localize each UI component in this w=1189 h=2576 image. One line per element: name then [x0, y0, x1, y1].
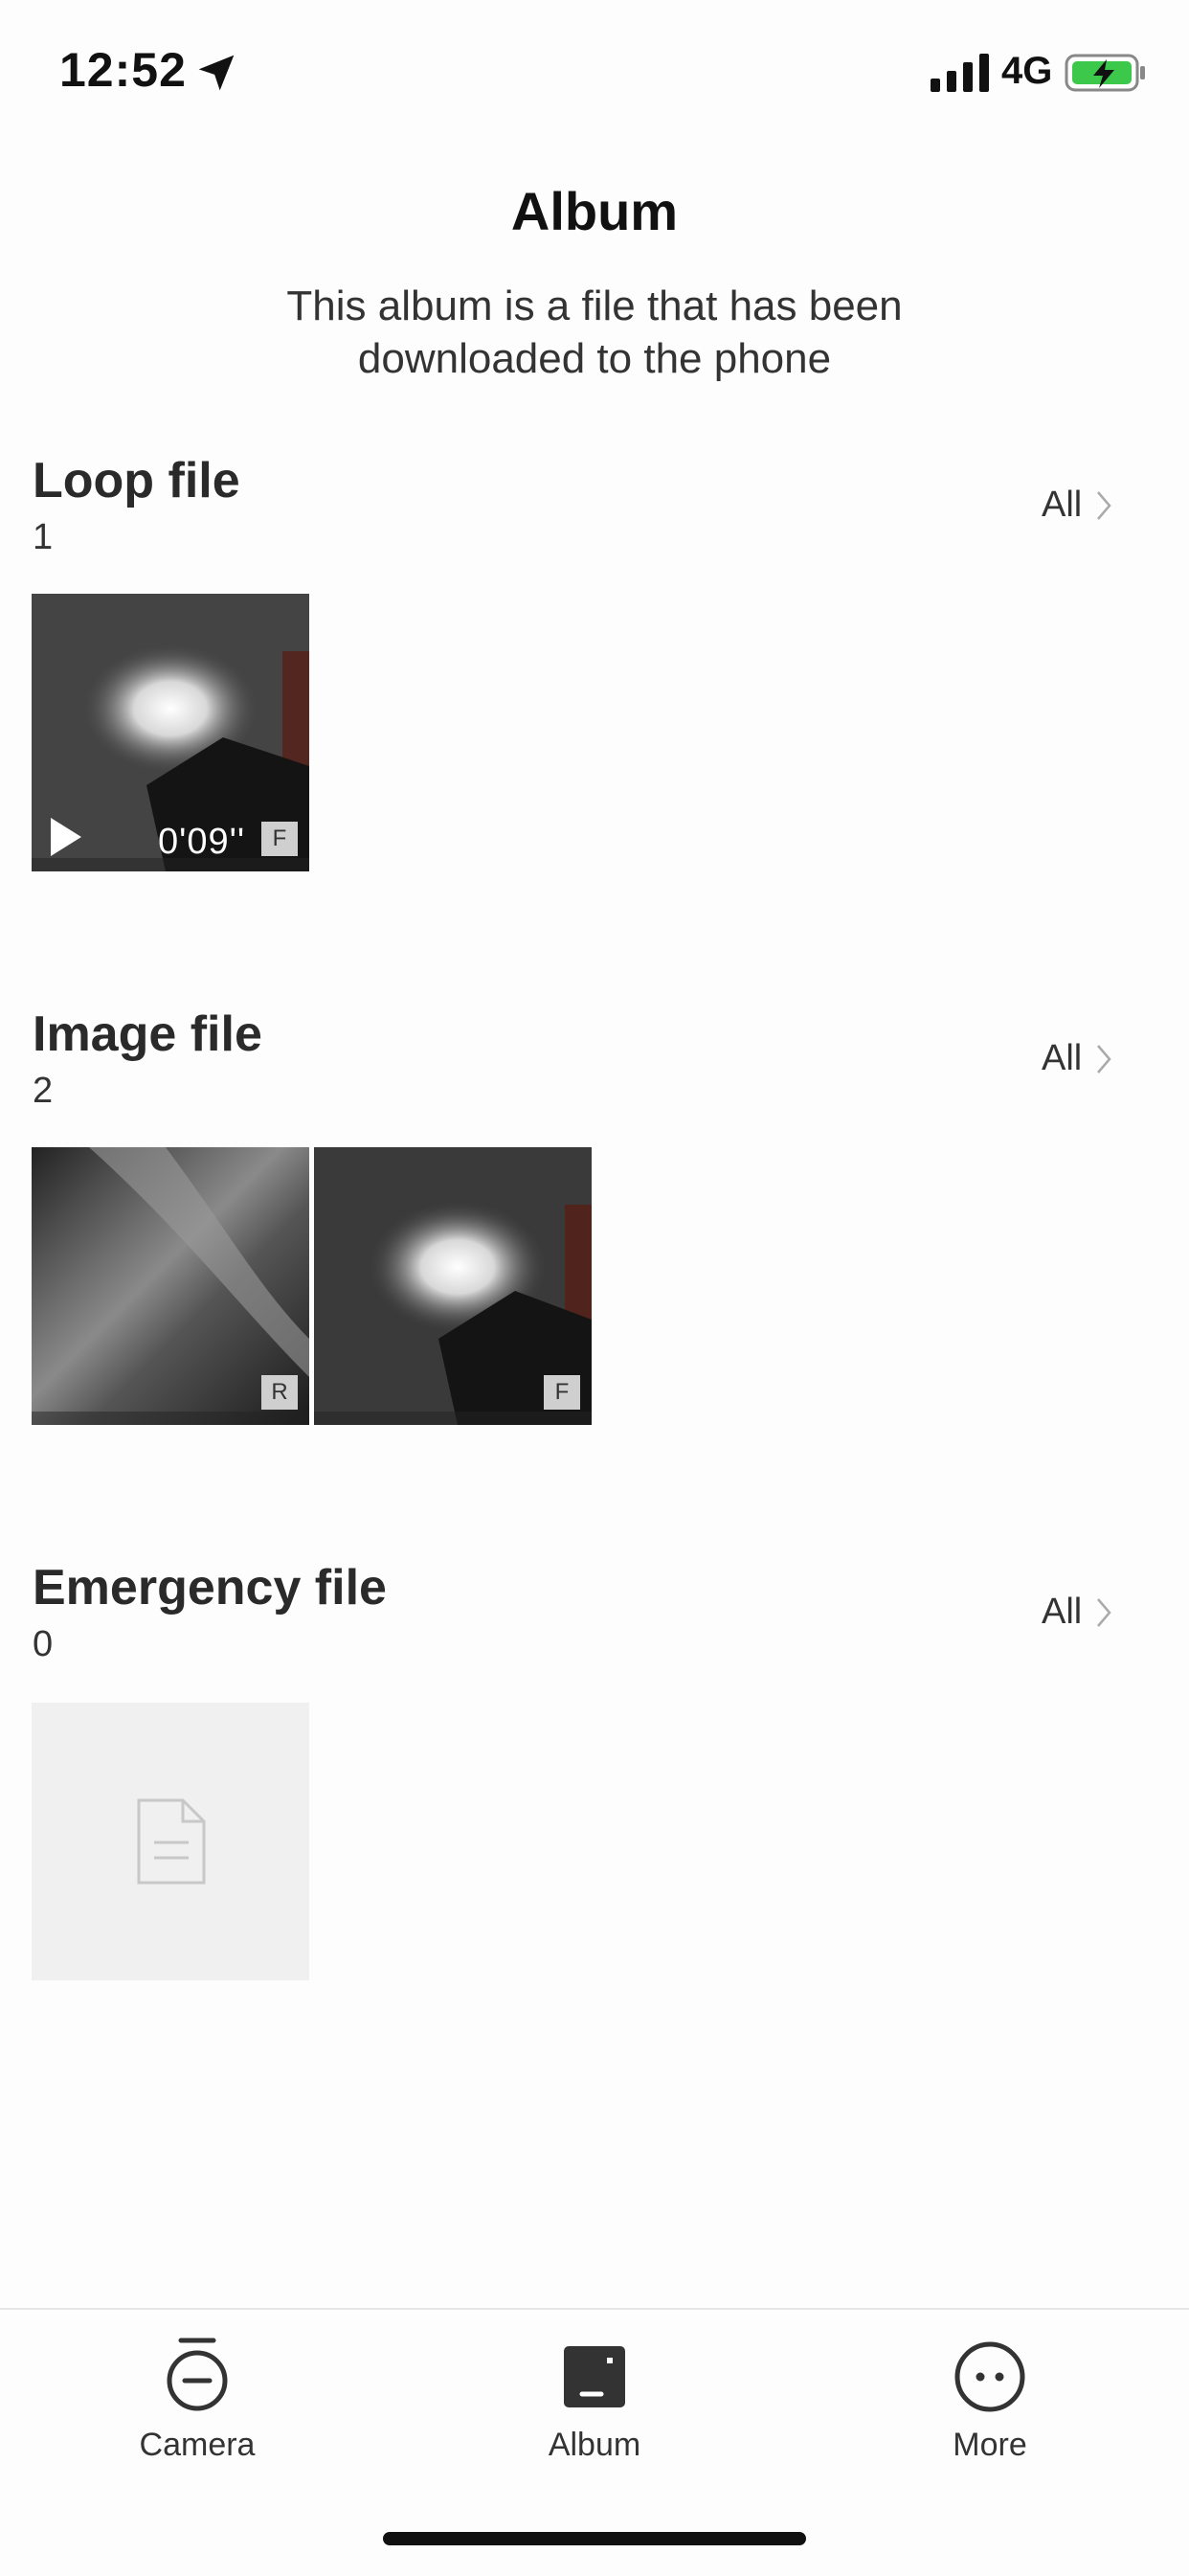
section-count-emergency: 0	[33, 1624, 54, 1664]
album-icon	[564, 2346, 625, 2407]
location-arrow-icon	[198, 55, 235, 91]
section-title-image: Image file	[33, 1006, 262, 1062]
chevron-right-icon	[1097, 490, 1111, 520]
home-indicator[interactable]	[383, 2532, 806, 2545]
status-time: 12:52	[59, 43, 187, 97]
network-type: 4G	[1001, 50, 1053, 92]
camera-icon	[167, 2338, 228, 2411]
all-link-label: All	[1042, 485, 1083, 525]
document-icon	[137, 1798, 206, 1885]
all-link-label: All	[1042, 1592, 1083, 1632]
loop-video-thumbnail[interactable]: 0'09'' F	[32, 594, 309, 871]
timestamp-overlay	[314, 1412, 592, 1425]
tab-more-label: More	[953, 2427, 1027, 2463]
battery-charging-icon	[1065, 54, 1145, 92]
emergency-all-link[interactable]: All	[1042, 1592, 1112, 1633]
page-title: Album	[510, 181, 679, 241]
section-count-image: 2	[33, 1071, 54, 1111]
camera-tag: F	[544, 1375, 580, 1410]
image-thumbnail-1[interactable]: R	[32, 1147, 309, 1425]
section-title-emergency: Emergency file	[33, 1560, 387, 1616]
loop-all-link[interactable]: All	[1042, 485, 1112, 526]
tab-more[interactable]: More	[875, 2337, 1105, 2528]
camera-tag: R	[261, 1375, 298, 1410]
page-subtitle: This album is a file that has been downl…	[286, 282, 903, 382]
image-thumbnail-2[interactable]: F	[314, 1147, 592, 1425]
camera-tag: F	[261, 822, 298, 856]
timestamp-overlay	[32, 858, 309, 871]
tab-camera[interactable]: Camera	[82, 2337, 312, 2528]
chevron-right-icon	[1097, 1597, 1111, 1627]
tab-album[interactable]: Album	[480, 2337, 709, 2528]
all-link-label: All	[1042, 1038, 1083, 1078]
chevron-right-icon	[1097, 1044, 1111, 1073]
timestamp-overlay	[32, 1412, 309, 1425]
section-count-loop: 1	[33, 517, 54, 557]
cellular-signal-icon	[931, 54, 989, 92]
more-icon	[954, 2341, 1025, 2412]
empty-file-placeholder	[32, 1703, 309, 1980]
play-icon[interactable]	[49, 816, 83, 858]
tab-album-label: Album	[548, 2427, 641, 2463]
video-duration: 0'09''	[158, 822, 246, 862]
image-all-link[interactable]: All	[1042, 1038, 1112, 1079]
tab-camera-label: Camera	[139, 2427, 256, 2463]
section-title-loop: Loop file	[33, 453, 240, 508]
